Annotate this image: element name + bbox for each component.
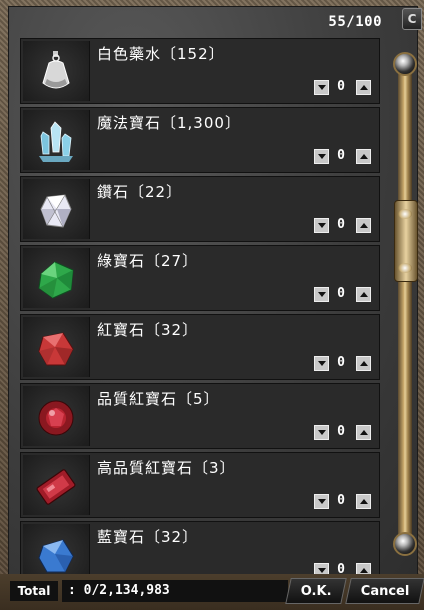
emerald-icon	[23, 248, 90, 308]
magic-crystal-icon	[23, 110, 90, 170]
cancel-button-label: Cancel	[360, 584, 410, 599]
item-row[interactable]: 藍寶石〔32〕 0	[20, 521, 380, 574]
decrease-button[interactable]	[314, 425, 329, 440]
quantity-stepper[interactable]: 0	[311, 79, 371, 96]
scrollbar-track[interactable]	[398, 56, 412, 544]
total-label: Total	[10, 581, 58, 601]
increase-button[interactable]	[356, 218, 371, 233]
quantity-value: 0	[337, 424, 345, 439]
quantity-stepper[interactable]: 0	[311, 217, 371, 234]
item-row[interactable]: 高品質紅寶石〔3〕 0	[20, 452, 380, 518]
sapphire-icon	[23, 524, 90, 574]
high-quality-ruby-icon	[23, 455, 90, 515]
item-row[interactable]: 白色藥水〔152〕 0	[20, 38, 380, 104]
decrease-button[interactable]	[314, 563, 329, 574]
total-value: : 0/2,134,983	[62, 580, 288, 602]
scrollbar-thumb[interactable]	[394, 200, 418, 282]
item-list: 白色藥水〔152〕 0 魔法寶石〔1,300〕 0 鑽石〔22〕 0 綠寶石〔2…	[20, 38, 380, 574]
decrease-button[interactable]	[314, 218, 329, 233]
item-name: 白色藥水〔152〕	[97, 45, 225, 63]
increase-button[interactable]	[356, 563, 371, 574]
quantity-value: 0	[337, 79, 345, 94]
item-name: 鑽石〔22〕	[97, 183, 183, 201]
footer-bar: Total : 0/2,134,983 O.K. Cancel	[0, 574, 424, 610]
item-name: 品質紅寶石〔5〕	[97, 390, 220, 408]
quantity-value: 0	[337, 355, 345, 370]
scroll-down-knob[interactable]	[393, 532, 417, 556]
decrease-button[interactable]	[314, 149, 329, 164]
quantity-value: 0	[337, 493, 345, 508]
item-name: 紅寶石〔32〕	[97, 321, 199, 339]
item-row[interactable]: 鑽石〔22〕 0	[20, 176, 380, 242]
increase-button[interactable]	[356, 287, 371, 302]
decrease-button[interactable]	[314, 287, 329, 302]
increase-button[interactable]	[356, 494, 371, 509]
quality-ruby-icon	[23, 386, 90, 446]
increase-button[interactable]	[356, 425, 371, 440]
quantity-value: 0	[337, 148, 345, 163]
scroll-up-knob[interactable]	[393, 52, 417, 76]
decrease-button[interactable]	[314, 494, 329, 509]
item-name: 魔法寶石〔1,300〕	[97, 114, 241, 132]
increase-button[interactable]	[356, 149, 371, 164]
quantity-value: 0	[337, 217, 345, 232]
item-row[interactable]: 綠寶石〔27〕 0	[20, 245, 380, 311]
decrease-button[interactable]	[314, 356, 329, 371]
ok-button-label: O.K.	[300, 584, 332, 599]
white-potion-icon	[23, 41, 90, 101]
quantity-stepper[interactable]: 0	[311, 286, 371, 303]
increase-button[interactable]	[356, 80, 371, 95]
close-tab-button[interactable]: C	[402, 8, 422, 30]
decrease-button[interactable]	[314, 80, 329, 95]
slot-counter: 55/100	[328, 14, 382, 30]
quantity-stepper[interactable]: 0	[311, 424, 371, 441]
item-row[interactable]: 品質紅寶石〔5〕 0	[20, 383, 380, 449]
increase-button[interactable]	[356, 356, 371, 371]
quantity-stepper[interactable]: 0	[311, 148, 371, 165]
quantity-value: 0	[337, 286, 345, 301]
item-row[interactable]: 紅寶石〔32〕 0	[20, 314, 380, 380]
item-row[interactable]: 魔法寶石〔1,300〕 0	[20, 107, 380, 173]
quantity-value: 0	[337, 562, 345, 574]
item-name: 藍寶石〔32〕	[97, 528, 199, 546]
ruby-icon	[23, 317, 90, 377]
quantity-stepper[interactable]: 0	[311, 355, 371, 372]
cancel-button[interactable]: Cancel	[345, 578, 424, 604]
item-name: 高品質紅寶石〔3〕	[97, 459, 236, 477]
quantity-stepper[interactable]: 0	[311, 493, 371, 510]
diamond-icon	[23, 179, 90, 239]
quantity-stepper[interactable]: 0	[311, 562, 371, 574]
item-name: 綠寶石〔27〕	[97, 252, 199, 270]
ok-button[interactable]: O.K.	[285, 578, 347, 604]
